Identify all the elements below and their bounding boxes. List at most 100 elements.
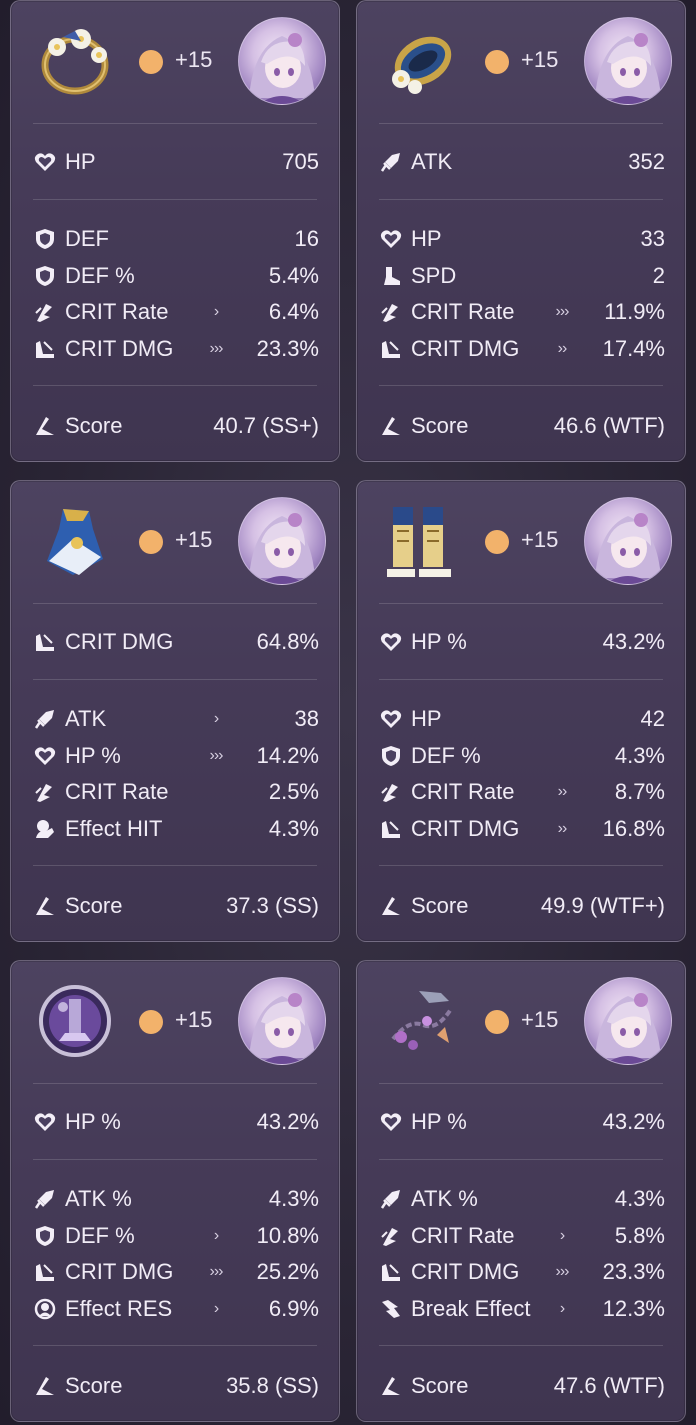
sub-stat-value: 33 xyxy=(640,226,665,251)
main-stat-row: ATK 352 xyxy=(379,147,665,177)
divider xyxy=(33,123,317,124)
sub-stat-row: DEF % 5.4% xyxy=(33,261,319,291)
divider xyxy=(379,1159,663,1160)
heart-icon xyxy=(33,744,57,768)
level-dot-icon xyxy=(139,50,163,74)
divider xyxy=(379,199,663,200)
sub-stat-value: 25.2% xyxy=(256,1259,319,1284)
level-dot-icon xyxy=(139,1010,163,1034)
roll-indicator: › xyxy=(559,1227,565,1244)
score-label: Score xyxy=(411,893,469,918)
sub-stat-value: 4.3% xyxy=(268,1186,319,1211)
break-effect-icon xyxy=(379,1297,403,1321)
roll-indicator: ››› xyxy=(209,747,224,764)
crit-dmg-icon xyxy=(379,817,403,841)
level-dot-icon xyxy=(485,530,509,554)
sub-stat-label: ATK % xyxy=(65,1186,132,1211)
character-avatar[interactable] xyxy=(584,17,672,105)
main-stat-label: HP xyxy=(65,149,96,174)
sub-stat-value: 5.8% xyxy=(614,1223,665,1248)
card-header: +15 xyxy=(357,1,685,123)
score-row: Score 46.6 (WTF) xyxy=(379,411,665,441)
crit-dmg-icon xyxy=(379,337,403,361)
sub-stat-label: CRIT DMG xyxy=(65,336,174,361)
character-avatar[interactable] xyxy=(238,977,326,1065)
score-icon xyxy=(33,894,57,918)
sub-stat-label: ATK xyxy=(65,706,107,731)
score-value: 47.6 (WTF) xyxy=(553,1373,665,1398)
score-row: Score 40.7 (SS+) xyxy=(33,411,319,441)
character-avatar[interactable] xyxy=(584,497,672,585)
sub-stat-value: 6.9% xyxy=(268,1296,319,1321)
sub-stat-value: 5.4% xyxy=(268,263,319,288)
score-value: 35.8 (SS) xyxy=(226,1373,319,1398)
sub-stat-value: 23.3% xyxy=(602,1259,665,1284)
sub-stat-row: DEF % › 10.8% xyxy=(33,1221,319,1251)
relic-level: +15 xyxy=(175,1007,213,1032)
relic-level: +15 xyxy=(175,47,213,72)
divider xyxy=(379,1345,663,1346)
divider xyxy=(379,865,663,866)
main-stat-label: ATK xyxy=(411,149,453,174)
sub-stat-label: HP xyxy=(411,226,442,251)
score-icon xyxy=(33,1374,57,1398)
sword-icon xyxy=(379,1187,403,1211)
roll-indicator: ›› xyxy=(557,783,568,800)
sub-stat-row: ATK › 38 xyxy=(33,704,319,734)
divider xyxy=(33,1083,317,1084)
roll-indicator: ››› xyxy=(555,1263,570,1280)
sub-stat-row: SPD 2 xyxy=(379,261,665,291)
sub-stat-label: HP xyxy=(411,706,442,731)
heart-icon xyxy=(33,1110,57,1134)
sub-stat-label: DEF % xyxy=(411,743,481,768)
shield-icon xyxy=(33,1224,57,1248)
score-row: Score 49.9 (WTF+) xyxy=(379,891,665,921)
relic-card[interactable]: +15 ATK 352 HP 33 SPD 2 CRIT Rate ››› 11… xyxy=(356,0,686,462)
sub-stat-row: CRIT Rate ››› 11.9% xyxy=(379,297,665,327)
sub-stat-label: SPD xyxy=(411,263,457,288)
sub-stat-value: 16.8% xyxy=(602,816,665,841)
score-icon xyxy=(379,1374,403,1398)
divider xyxy=(33,1159,317,1160)
character-avatar[interactable] xyxy=(238,497,326,585)
relic-grid: +15 HP 705 DEF 16 DEF % 5.4% CRIT Rate ›… xyxy=(0,0,696,1425)
card-header: +15 xyxy=(357,961,685,1083)
crit-dmg-icon xyxy=(33,630,57,654)
sub-stat-row: CRIT Rate 2.5% xyxy=(33,777,319,807)
character-avatar[interactable] xyxy=(238,17,326,105)
relic-card[interactable]: +15 HP % 43.2% ATK % xyxy=(10,960,340,1422)
sword-icon xyxy=(33,707,57,731)
level-dot-icon xyxy=(485,50,509,74)
score-icon xyxy=(379,894,403,918)
sub-stat-row: HP % ››› 14.2% xyxy=(33,741,319,771)
sub-stat-label: Effect HIT xyxy=(65,816,163,841)
sub-stat-row: HP 42 xyxy=(379,704,665,734)
card-header: +15 xyxy=(357,481,685,603)
sub-stat-label: CRIT Rate xyxy=(411,299,515,324)
sub-stat-value: 4.3% xyxy=(268,816,319,841)
sub-stat-value: 4.3% xyxy=(614,1186,665,1211)
sub-stat-label: DEF xyxy=(65,226,109,251)
relic-card[interactable]: +15 HP % 43.2% ATK % xyxy=(356,960,686,1422)
score-icon xyxy=(33,414,57,438)
sub-stat-value: 14.2% xyxy=(256,743,319,768)
blue-robe-relic-icon xyxy=(33,499,117,583)
main-stat-value: 43.2% xyxy=(256,1109,319,1134)
heart-icon xyxy=(33,150,57,174)
relic-card[interactable]: +15 HP % 43.2% HP 42 DEF % 4.3% CRIT Rat… xyxy=(356,480,686,942)
score-row: Score 35.8 (SS) xyxy=(33,1371,319,1401)
main-stat-row: HP % 43.2% xyxy=(33,1107,319,1137)
relic-card[interactable]: +15 HP 705 DEF 16 DEF % 5.4% CRIT Rate ›… xyxy=(10,0,340,462)
divider xyxy=(379,123,663,124)
card-header: +15 xyxy=(11,1,339,123)
relic-level: +15 xyxy=(521,47,559,72)
score-row: Score 37.3 (SS) xyxy=(33,891,319,921)
sub-stat-label: Effect RES xyxy=(65,1296,173,1321)
sub-stat-row: CRIT DMG ›› 16.8% xyxy=(379,814,665,844)
sub-stat-row: CRIT DMG ›› 17.4% xyxy=(379,334,665,364)
score-value: 37.3 (SS) xyxy=(226,893,319,918)
relic-card[interactable]: +15 CRIT DMG 64.8% ATK › 38 HP % ››› 14.… xyxy=(10,480,340,942)
character-avatar[interactable] xyxy=(584,977,672,1065)
divider xyxy=(33,679,317,680)
roll-indicator: › xyxy=(213,1227,219,1244)
